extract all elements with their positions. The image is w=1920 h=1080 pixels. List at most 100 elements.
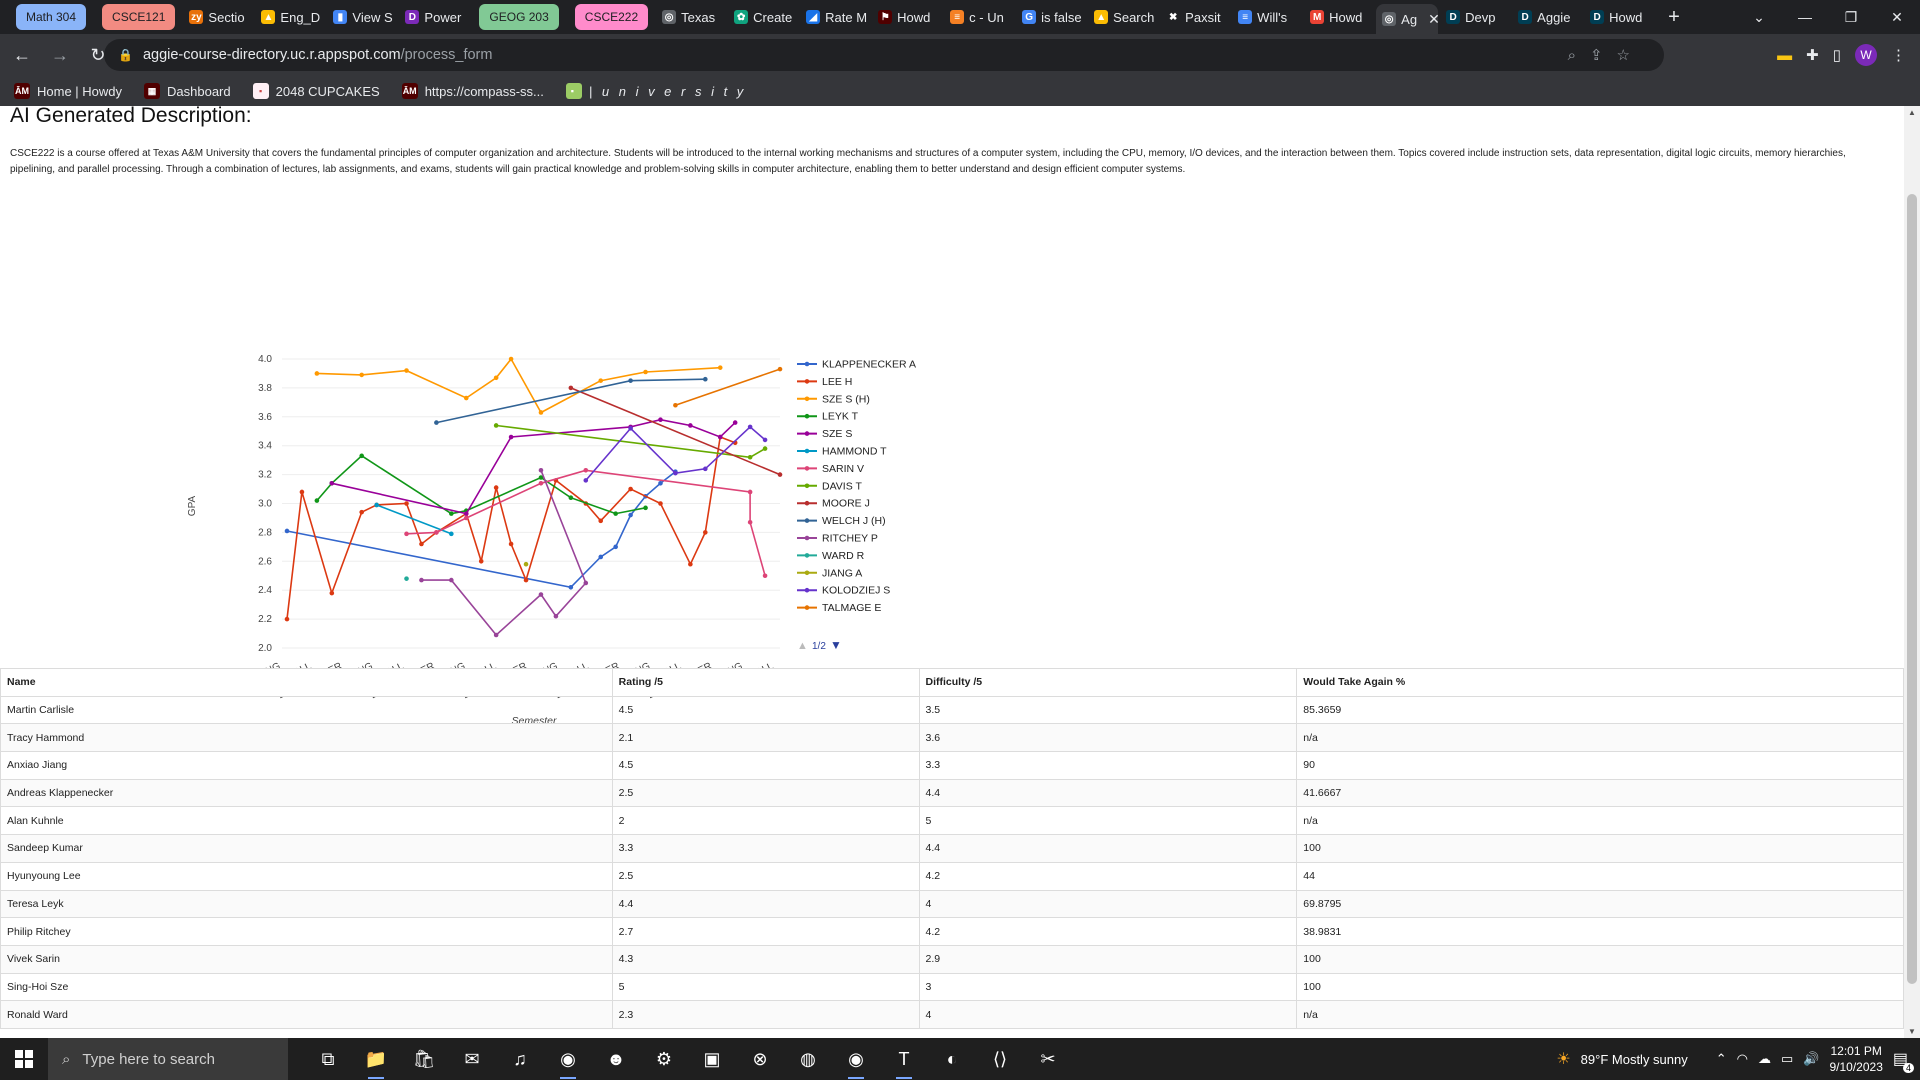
data-point[interactable] [703,466,708,472]
data-point[interactable] [359,509,364,515]
legend-entry[interactable]: HAMMOND T [797,446,887,458]
data-point[interactable] [703,376,708,382]
data-point[interactable] [688,561,693,567]
scroll-up-arrow-icon[interactable]: ▲ [1904,108,1920,117]
data-point[interactable] [717,434,723,440]
data-point[interactable] [284,616,290,622]
browser-tab-12[interactable]: ≡ c - Un [944,4,1014,30]
side-panel-icon[interactable]: ▯ [1833,46,1841,64]
data-point[interactable] [553,613,559,619]
back-button[interactable]: ← [6,39,38,71]
column-header[interactable]: Rating /5 [611,668,920,697]
extensions-puzzle-icon[interactable]: ✚ [1806,46,1819,64]
data-point[interactable] [628,512,633,518]
data-point[interactable] [404,531,409,537]
data-point[interactable] [538,480,544,486]
data-point[interactable] [434,530,439,535]
share-icon[interactable]: ⇪ [1590,46,1603,64]
data-point[interactable] [299,489,305,495]
browser-tab-5[interactable]: D Power [399,4,469,30]
legend-entry[interactable]: DAVIS T [797,480,862,492]
data-point[interactable] [628,486,633,492]
data-point[interactable] [658,501,663,506]
data-point[interactable] [703,530,708,535]
data-point[interactable] [419,577,424,583]
extension-honey-icon[interactable]: ▬ [1777,47,1792,64]
tab-search-icon[interactable]: ⌄ [1736,9,1782,26]
data-point[interactable] [568,585,574,590]
browser-tab-10[interactable]: ◢ Rate M [800,4,870,30]
scroll-down-arrow-icon[interactable]: ▼ [1904,1027,1920,1036]
snipping-icon[interactable]: ✂ [1024,1038,1072,1080]
browser-tab-19[interactable]: D Devp [1440,4,1510,30]
discord-icon[interactable]: ☻ [592,1038,640,1080]
chrome-icon[interactable]: ◉ [544,1038,592,1080]
data-point[interactable] [777,366,783,372]
bookmark-star-icon[interactable]: ☆ [1617,46,1630,64]
data-point[interactable] [463,395,469,401]
data-point[interactable] [314,498,320,503]
battery-icon[interactable]: ▭ [1781,1051,1793,1067]
browser-tab-21[interactable]: D Howd [1584,4,1654,30]
data-point[interactable] [628,426,633,431]
scrollbar-thumb[interactable] [1907,194,1917,984]
tray-overflow-icon[interactable]: ⌃ [1716,1051,1727,1067]
minecraft-icon[interactable]: ▣ [688,1038,736,1080]
column-header[interactable]: Name [0,668,613,697]
steam-icon[interactable]: ⚙ [640,1038,688,1080]
data-point[interactable] [613,544,618,550]
chrome-profile-icon[interactable]: ◉ [832,1038,880,1080]
weather-icon[interactable]: ☀ [1556,1049,1570,1069]
bookmark-3[interactable]: ĀM https://compass-ss... [401,83,544,99]
bookmark-4[interactable]: ▪ | u n i v e r s i t y [565,83,746,99]
obs-icon[interactable]: ◍ [784,1038,832,1080]
data-point[interactable] [493,423,499,428]
legend-pagination[interactable]: ▲ 1/2 ▼ [797,638,842,652]
data-point[interactable] [329,590,335,596]
profile-avatar[interactable]: W [1855,44,1877,66]
browser-tab-8[interactable]: ◎ Texas [656,4,726,30]
spotify-icon[interactable]: ♫ [496,1038,544,1080]
data-point[interactable] [359,453,364,459]
legend-entry[interactable]: KOLODZIEJ S [797,585,890,597]
data-point[interactable] [523,577,529,583]
data-point[interactable] [658,417,663,422]
data-point[interactable] [508,356,514,362]
data-point[interactable] [583,467,589,473]
tab-group-7[interactable]: CSCE222 [574,4,649,30]
data-point[interactable] [493,375,499,381]
data-point[interactable] [538,410,544,415]
tab-group-0[interactable]: Math 304 [16,4,87,30]
data-point[interactable] [568,385,574,391]
onedrive-icon[interactable]: ☁ [1758,1051,1771,1067]
data-point[interactable] [374,502,379,508]
legend-next-icon[interactable]: ▼ [830,638,842,652]
data-point[interactable] [673,470,678,476]
legend-entry[interactable]: TALMAGE E [797,602,881,614]
data-point[interactable] [598,378,604,383]
data-point[interactable] [314,371,320,376]
file-explorer-icon[interactable]: 📁 [352,1038,400,1080]
wifi-icon[interactable]: ◠ [1737,1051,1748,1067]
data-point[interactable] [538,592,544,597]
data-point[interactable] [762,437,768,443]
data-point[interactable] [777,472,783,477]
address-bar[interactable]: 🔒 aggie-course-directory.uc.r.appspot.co… [104,39,1664,71]
data-point[interactable] [449,577,454,583]
data-point[interactable] [404,501,409,506]
new-tab-button[interactable]: + [1668,6,1680,29]
restore-button[interactable]: ❐ [1828,9,1874,26]
data-point[interactable] [747,424,753,430]
browser-tab-18[interactable]: ◎ Ag ✕ [1376,4,1439,34]
taskbar-clock[interactable]: 12:01 PM 9/10/2023 [1829,1043,1882,1075]
page-scrollbar[interactable]: ▲ ▼ [1904,106,1920,1038]
teams-icon[interactable]: T [880,1038,928,1080]
data-point[interactable] [658,480,663,486]
data-point[interactable] [493,485,499,490]
data-point[interactable] [493,632,499,638]
browser-tab-11[interactable]: ⚑ Howd [872,4,942,30]
forward-button[interactable]: → [44,39,76,71]
data-point[interactable] [598,554,604,560]
data-point[interactable] [747,454,753,460]
data-point[interactable] [568,495,574,501]
